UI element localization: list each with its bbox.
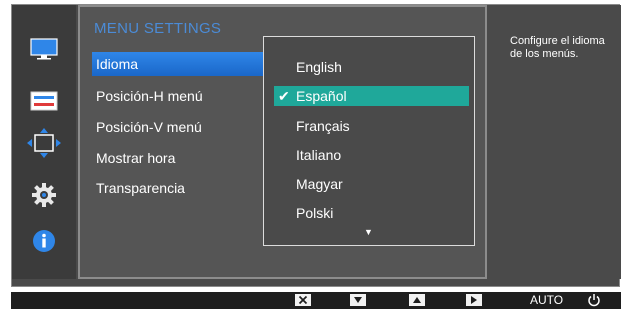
language-option-italiano[interactable]: Italiano: [274, 145, 469, 165]
language-option-francais[interactable]: Français: [274, 116, 469, 136]
option-label: Français: [296, 118, 350, 134]
menu-title: MENU SETTINGS: [94, 20, 222, 37]
menu-item-transparencia[interactable]: Transparencia: [92, 176, 264, 200]
language-option-english[interactable]: English: [274, 57, 469, 77]
checkmark-icon: ✔: [278, 88, 290, 104]
option-label: Español: [296, 88, 347, 104]
icon-sidebar: [12, 5, 76, 279]
language-option-magyar[interactable]: Magyar: [274, 174, 469, 194]
menu-panel: MENU SETTINGS Idioma Posición-H menú Pos…: [78, 5, 487, 279]
key-guide-bar: AUTO: [11, 292, 621, 309]
option-label: Italiano: [296, 147, 342, 163]
menu-item-idioma[interactable]: Idioma: [92, 52, 264, 76]
scroll-down-icon[interactable]: ▼: [364, 227, 373, 237]
picture-settings-icon[interactable]: [24, 87, 64, 115]
option-label: English: [296, 59, 342, 75]
description-text: Configure el idioma de los menús.: [510, 35, 605, 60]
down-triangle-icon[interactable]: [350, 294, 366, 306]
close-icon[interactable]: [295, 294, 311, 306]
power-icon[interactable]: [586, 292, 602, 308]
menu-item-posicion-v[interactable]: Posición-V menú: [92, 115, 264, 139]
language-option-espanol[interactable]: ✔ Español: [274, 86, 469, 106]
description-panel: Configure el idioma de los menús.: [500, 5, 621, 279]
gear-icon[interactable]: [24, 181, 64, 209]
menu-item-posicion-h[interactable]: Posición-H menú: [92, 84, 264, 108]
option-label: Magyar: [296, 176, 343, 192]
osd-window: MENU SETTINGS Idioma Posición-H menú Pos…: [11, 4, 621, 287]
monitor-icon[interactable]: [24, 35, 64, 63]
right-triangle-icon[interactable]: [466, 294, 482, 306]
info-icon[interactable]: [24, 227, 64, 255]
auto-button[interactable]: AUTO: [530, 293, 563, 307]
up-triangle-icon[interactable]: [409, 294, 425, 306]
option-label: Polski: [296, 205, 334, 221]
menu-item-mostrar-hora[interactable]: Mostrar hora: [92, 146, 264, 170]
language-dropdown[interactable]: English ✔ Español Français Italiano Magy…: [263, 36, 475, 246]
position-move-icon[interactable]: [24, 128, 64, 158]
language-option-polski[interactable]: Polski: [274, 203, 469, 223]
